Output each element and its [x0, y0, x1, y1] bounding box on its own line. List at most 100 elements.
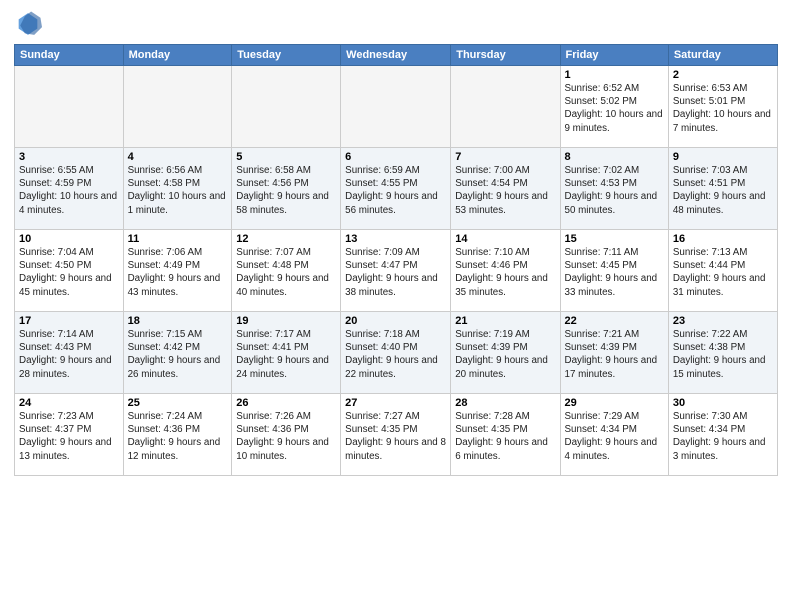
calendar-cell: 28Sunrise: 7:28 AMSunset: 4:35 PMDayligh…: [451, 394, 560, 476]
calendar-week-3: 10Sunrise: 7:04 AMSunset: 4:50 PMDayligh…: [15, 230, 778, 312]
day-info: Sunrise: 7:15 AMSunset: 4:42 PMDaylight:…: [128, 328, 228, 381]
calendar-cell: 26Sunrise: 7:26 AMSunset: 4:36 PMDayligh…: [232, 394, 341, 476]
day-number: 9: [673, 151, 773, 163]
calendar-cell: 24Sunrise: 7:23 AMSunset: 4:37 PMDayligh…: [15, 394, 124, 476]
calendar-cell: 7Sunrise: 7:00 AMSunset: 4:54 PMDaylight…: [451, 148, 560, 230]
day-number: 30: [673, 397, 773, 409]
day-number: 23: [673, 315, 773, 327]
calendar-cell: [15, 66, 124, 148]
day-info: Sunrise: 7:24 AMSunset: 4:36 PMDaylight:…: [128, 410, 228, 463]
day-info: Sunrise: 7:21 AMSunset: 4:39 PMDaylight:…: [565, 328, 664, 381]
day-number: 15: [565, 233, 664, 245]
calendar-cell: 2Sunrise: 6:53 AMSunset: 5:01 PMDaylight…: [668, 66, 777, 148]
day-number: 21: [455, 315, 555, 327]
calendar-cell: 21Sunrise: 7:19 AMSunset: 4:39 PMDayligh…: [451, 312, 560, 394]
calendar-cell: 5Sunrise: 6:58 AMSunset: 4:56 PMDaylight…: [232, 148, 341, 230]
calendar-week-4: 17Sunrise: 7:14 AMSunset: 4:43 PMDayligh…: [15, 312, 778, 394]
day-info: Sunrise: 7:27 AMSunset: 4:35 PMDaylight:…: [345, 410, 446, 463]
day-number: 17: [19, 315, 119, 327]
day-info: Sunrise: 7:23 AMSunset: 4:37 PMDaylight:…: [19, 410, 119, 463]
day-header-thursday: Thursday: [451, 45, 560, 66]
day-info: Sunrise: 6:59 AMSunset: 4:55 PMDaylight:…: [345, 164, 446, 217]
calendar-cell: 1Sunrise: 6:52 AMSunset: 5:02 PMDaylight…: [560, 66, 668, 148]
day-header-wednesday: Wednesday: [341, 45, 451, 66]
calendar-cell: 25Sunrise: 7:24 AMSunset: 4:36 PMDayligh…: [123, 394, 232, 476]
calendar-cell: 16Sunrise: 7:13 AMSunset: 4:44 PMDayligh…: [668, 230, 777, 312]
calendar-cell: 8Sunrise: 7:02 AMSunset: 4:53 PMDaylight…: [560, 148, 668, 230]
day-number: 10: [19, 233, 119, 245]
day-info: Sunrise: 6:55 AMSunset: 4:59 PMDaylight:…: [19, 164, 119, 217]
calendar-cell: 4Sunrise: 6:56 AMSunset: 4:58 PMDaylight…: [123, 148, 232, 230]
day-info: Sunrise: 7:18 AMSunset: 4:40 PMDaylight:…: [345, 328, 446, 381]
day-number: 26: [236, 397, 336, 409]
day-number: 1: [565, 69, 664, 81]
day-number: 3: [19, 151, 119, 163]
day-number: 27: [345, 397, 446, 409]
calendar-cell: 10Sunrise: 7:04 AMSunset: 4:50 PMDayligh…: [15, 230, 124, 312]
day-number: 2: [673, 69, 773, 81]
day-info: Sunrise: 6:52 AMSunset: 5:02 PMDaylight:…: [565, 82, 664, 135]
calendar-cell: 18Sunrise: 7:15 AMSunset: 4:42 PMDayligh…: [123, 312, 232, 394]
calendar-cell: 14Sunrise: 7:10 AMSunset: 4:46 PMDayligh…: [451, 230, 560, 312]
day-number: 7: [455, 151, 555, 163]
day-info: Sunrise: 7:22 AMSunset: 4:38 PMDaylight:…: [673, 328, 773, 381]
calendar: SundayMondayTuesdayWednesdayThursdayFrid…: [14, 44, 778, 476]
day-info: Sunrise: 7:02 AMSunset: 4:53 PMDaylight:…: [565, 164, 664, 217]
page: SundayMondayTuesdayWednesdayThursdayFrid…: [0, 0, 792, 612]
day-info: Sunrise: 7:26 AMSunset: 4:36 PMDaylight:…: [236, 410, 336, 463]
calendar-cell: 6Sunrise: 6:59 AMSunset: 4:55 PMDaylight…: [341, 148, 451, 230]
day-info: Sunrise: 7:04 AMSunset: 4:50 PMDaylight:…: [19, 246, 119, 299]
day-number: 4: [128, 151, 228, 163]
day-info: Sunrise: 7:07 AMSunset: 4:48 PMDaylight:…: [236, 246, 336, 299]
day-number: 13: [345, 233, 446, 245]
calendar-cell: [451, 66, 560, 148]
day-number: 28: [455, 397, 555, 409]
calendar-cell: 19Sunrise: 7:17 AMSunset: 4:41 PMDayligh…: [232, 312, 341, 394]
logo: [14, 10, 46, 38]
calendar-cell: 15Sunrise: 7:11 AMSunset: 4:45 PMDayligh…: [560, 230, 668, 312]
calendar-cell: 23Sunrise: 7:22 AMSunset: 4:38 PMDayligh…: [668, 312, 777, 394]
calendar-cell: 30Sunrise: 7:30 AMSunset: 4:34 PMDayligh…: [668, 394, 777, 476]
day-number: 11: [128, 233, 228, 245]
calendar-week-2: 3Sunrise: 6:55 AMSunset: 4:59 PMDaylight…: [15, 148, 778, 230]
day-number: 18: [128, 315, 228, 327]
day-number: 20: [345, 315, 446, 327]
day-number: 8: [565, 151, 664, 163]
day-number: 24: [19, 397, 119, 409]
day-header-sunday: Sunday: [15, 45, 124, 66]
calendar-body: 1Sunrise: 6:52 AMSunset: 5:02 PMDaylight…: [15, 66, 778, 476]
header: [14, 10, 778, 38]
calendar-cell: 11Sunrise: 7:06 AMSunset: 4:49 PMDayligh…: [123, 230, 232, 312]
day-info: Sunrise: 7:30 AMSunset: 4:34 PMDaylight:…: [673, 410, 773, 463]
day-info: Sunrise: 7:03 AMSunset: 4:51 PMDaylight:…: [673, 164, 773, 217]
calendar-week-1: 1Sunrise: 6:52 AMSunset: 5:02 PMDaylight…: [15, 66, 778, 148]
day-info: Sunrise: 7:09 AMSunset: 4:47 PMDaylight:…: [345, 246, 446, 299]
calendar-cell: [341, 66, 451, 148]
calendar-week-5: 24Sunrise: 7:23 AMSunset: 4:37 PMDayligh…: [15, 394, 778, 476]
day-info: Sunrise: 6:53 AMSunset: 5:01 PMDaylight:…: [673, 82, 773, 135]
day-info: Sunrise: 6:58 AMSunset: 4:56 PMDaylight:…: [236, 164, 336, 217]
calendar-header-row: SundayMondayTuesdayWednesdayThursdayFrid…: [15, 45, 778, 66]
day-number: 16: [673, 233, 773, 245]
calendar-cell: 12Sunrise: 7:07 AMSunset: 4:48 PMDayligh…: [232, 230, 341, 312]
day-number: 14: [455, 233, 555, 245]
day-number: 6: [345, 151, 446, 163]
day-header-saturday: Saturday: [668, 45, 777, 66]
day-info: Sunrise: 7:00 AMSunset: 4:54 PMDaylight:…: [455, 164, 555, 217]
day-info: Sunrise: 7:28 AMSunset: 4:35 PMDaylight:…: [455, 410, 555, 463]
logo-icon: [14, 10, 42, 38]
calendar-cell: 17Sunrise: 7:14 AMSunset: 4:43 PMDayligh…: [15, 312, 124, 394]
day-number: 12: [236, 233, 336, 245]
calendar-cell: 22Sunrise: 7:21 AMSunset: 4:39 PMDayligh…: [560, 312, 668, 394]
calendar-cell: 3Sunrise: 6:55 AMSunset: 4:59 PMDaylight…: [15, 148, 124, 230]
day-info: Sunrise: 6:56 AMSunset: 4:58 PMDaylight:…: [128, 164, 228, 217]
day-number: 19: [236, 315, 336, 327]
day-info: Sunrise: 7:17 AMSunset: 4:41 PMDaylight:…: [236, 328, 336, 381]
calendar-cell: 27Sunrise: 7:27 AMSunset: 4:35 PMDayligh…: [341, 394, 451, 476]
day-info: Sunrise: 7:06 AMSunset: 4:49 PMDaylight:…: [128, 246, 228, 299]
day-header-tuesday: Tuesday: [232, 45, 341, 66]
calendar-cell: 13Sunrise: 7:09 AMSunset: 4:47 PMDayligh…: [341, 230, 451, 312]
calendar-cell: 29Sunrise: 7:29 AMSunset: 4:34 PMDayligh…: [560, 394, 668, 476]
day-number: 5: [236, 151, 336, 163]
day-info: Sunrise: 7:10 AMSunset: 4:46 PMDaylight:…: [455, 246, 555, 299]
